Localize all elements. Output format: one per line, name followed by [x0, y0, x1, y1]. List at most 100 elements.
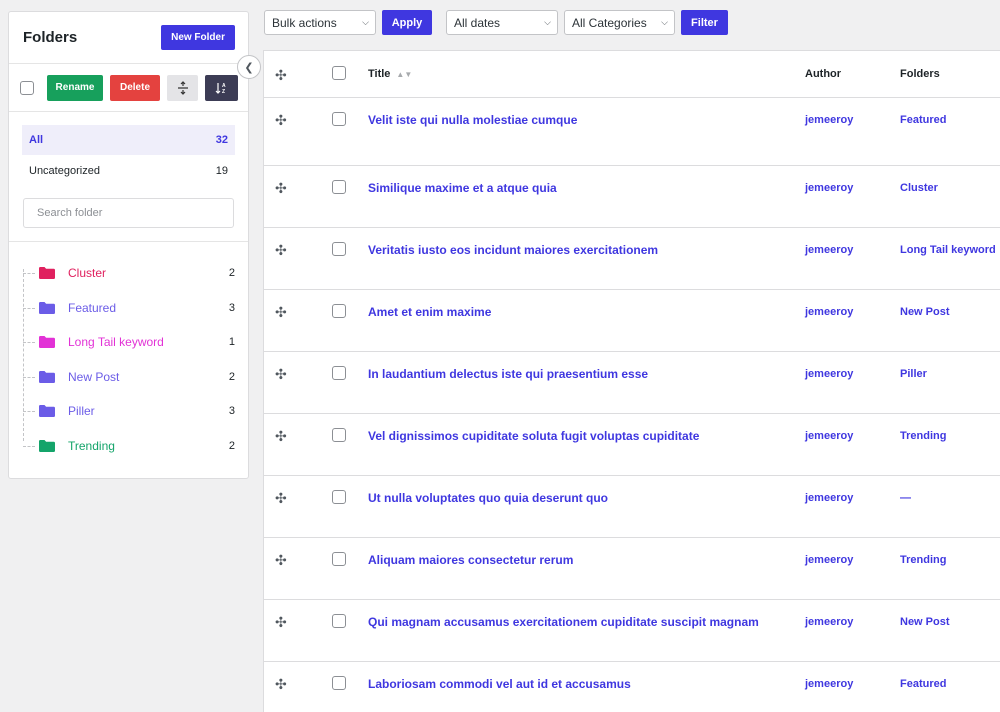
folder-link[interactable]: Piller — [900, 368, 927, 380]
folder-link[interactable]: Featured — [900, 114, 946, 126]
folder-icon — [39, 370, 55, 383]
row-checkbox[interactable] — [332, 304, 346, 318]
row-checkbox[interactable] — [332, 112, 346, 126]
post-title-link[interactable]: In laudantium delectus iste qui praesent… — [368, 367, 648, 381]
folder-count: 3 — [228, 301, 235, 314]
table-row: ✣ Qui magnam accusamus exercitationem cup… — [264, 600, 1000, 662]
title-column-header[interactable]: Title ▲▼ — [368, 68, 412, 80]
drag-handle-icon[interactable]: ✣ — [275, 242, 287, 259]
folder-link[interactable]: Long Tail keyword — [900, 244, 996, 256]
author-link[interactable]: jemeeroy — [805, 114, 853, 126]
folder-link[interactable]: Cluster — [900, 182, 938, 194]
author-link[interactable]: jemeeroy — [805, 306, 853, 318]
author-link[interactable]: jemeeroy — [805, 430, 853, 442]
folder-link[interactable]: Trending — [900, 554, 946, 566]
table-row: ✣ Laboriosam commodi vel aut id et accusa… — [264, 662, 1000, 712]
folder-count: 2 — [228, 267, 235, 280]
folder-item[interactable]: Piller 3 — [21, 394, 235, 429]
author-link[interactable]: jemeeroy — [805, 616, 853, 628]
post-title-link[interactable]: Amet et enim maxime — [368, 305, 491, 319]
row-checkbox[interactable] — [332, 676, 346, 690]
panel-header: Folders New Folder — [9, 12, 248, 64]
tree-branch — [23, 342, 35, 343]
categories-select[interactable]: All Categories ⌵ — [564, 10, 675, 35]
folder-item[interactable]: Featured 3 — [21, 291, 235, 326]
all-folders-item[interactable]: All 32 — [22, 125, 235, 155]
post-title-link[interactable]: Qui magnam accusamus exercitationem cupi… — [368, 615, 759, 629]
drag-handle-icon[interactable]: ✣ — [275, 614, 287, 631]
folder-icon — [39, 336, 55, 349]
folder-item[interactable]: New Post 2 — [21, 360, 235, 395]
folder-item[interactable]: Long Tail keyword 1 — [21, 325, 235, 360]
folder-link[interactable]: Featured — [900, 678, 946, 690]
uncategorized-item[interactable]: Uncategorized 19 — [22, 156, 235, 186]
drag-handle-icon[interactable]: ✣ — [275, 112, 287, 129]
delete-button[interactable]: Delete — [110, 74, 160, 101]
bulk-actions-select[interactable]: Bulk actions ⌵ — [264, 10, 376, 35]
row-checkbox[interactable] — [332, 242, 346, 256]
select-all-posts-checkbox[interactable] — [332, 66, 346, 80]
filter-button[interactable]: Filter — [681, 10, 728, 35]
author-link[interactable]: jemeeroy — [805, 368, 853, 380]
row-checkbox[interactable] — [332, 490, 346, 504]
post-title-link[interactable]: Aliquam maiores consectetur rerum — [368, 553, 573, 567]
folder-icon — [39, 405, 55, 418]
drag-handle-icon[interactable]: ✣ — [275, 304, 287, 321]
table-row: ✣ Amet et enim maxime jemeeroy New Post — [264, 290, 1000, 352]
row-checkbox[interactable] — [332, 428, 346, 442]
collapse-sidebar-button[interactable]: ❮ — [237, 55, 261, 79]
author-link[interactable]: jemeeroy — [805, 182, 853, 194]
tree-branch — [23, 376, 35, 378]
drag-handle-icon[interactable]: ✣ — [275, 428, 287, 445]
posts-table: ✣ Title ▲▼ Author Folders ✣ Velit iste qui… — [263, 50, 1000, 712]
folder-name: Piller — [68, 404, 95, 419]
post-title-link[interactable]: Similique maxime et a atque quia — [368, 181, 557, 195]
folder-item[interactable]: Trending 2 — [21, 429, 235, 464]
post-title-link[interactable]: Veritatis iusto eos incidunt maiores exe… — [368, 243, 658, 257]
chevron-down-icon: ⌵ — [661, 17, 668, 27]
folder-link[interactable]: New Post — [900, 306, 950, 318]
post-title-link[interactable]: Velit iste qui nulla molestiae cumque — [368, 113, 577, 127]
new-folder-button[interactable]: New Folder — [161, 25, 235, 50]
row-checkbox[interactable] — [332, 366, 346, 380]
rename-button[interactable]: Rename — [47, 74, 103, 101]
apply-button[interactable]: Apply — [382, 10, 432, 35]
post-title-link[interactable]: Ut nulla voluptates quo quia deserunt qu… — [368, 491, 608, 505]
folder-link[interactable]: Trending — [900, 430, 946, 442]
folder-count: 1 — [228, 336, 235, 349]
post-title-link[interactable]: Laboriosam commodi vel aut id et accusam… — [368, 677, 631, 691]
row-checkbox[interactable] — [332, 180, 346, 194]
move-icon: ✣ — [275, 67, 287, 83]
author-link[interactable]: jemeeroy — [805, 554, 853, 566]
drag-handle-icon[interactable]: ✣ — [275, 366, 287, 383]
folder-link[interactable]: New Post — [900, 616, 950, 628]
drag-handle-icon[interactable]: ✣ — [275, 490, 287, 507]
tree-branch — [23, 273, 35, 274]
dates-select[interactable]: All dates ⌵ — [446, 10, 558, 35]
search-folder-input[interactable] — [37, 207, 220, 219]
row-checkbox[interactable] — [332, 552, 346, 566]
sort-button[interactable]: AZ — [205, 74, 238, 101]
drag-handle-icon[interactable]: ✣ — [275, 676, 287, 693]
chevron-down-icon: ⌵ — [544, 17, 551, 27]
table-row: ✣ In laudantium delectus iste qui praesen… — [264, 352, 1000, 414]
tree-branch — [23, 445, 35, 447]
author-link[interactable]: jemeeroy — [805, 244, 853, 256]
post-title-link[interactable]: Vel dignissimos cupiditate soluta fugit … — [368, 429, 699, 443]
folder-link[interactable]: — — [900, 492, 911, 504]
all-count: 32 — [215, 134, 228, 146]
select-all-folders-checkbox[interactable] — [20, 80, 34, 95]
chevron-left-icon: ❮ — [244, 61, 254, 74]
folder-toolbar: Rename Delete AZ — [9, 64, 248, 112]
expand-arrows-icon — [177, 80, 188, 95]
drag-handle-icon[interactable]: ✣ — [275, 552, 287, 569]
drag-handle-icon[interactable]: ✣ — [275, 180, 287, 197]
all-label: All — [29, 134, 44, 146]
bulk-actions-value: Bulk actions — [272, 15, 337, 30]
expand-collapse-button[interactable] — [167, 74, 198, 101]
folder-item[interactable]: Cluster 2 — [21, 256, 235, 291]
row-checkbox[interactable] — [332, 614, 346, 628]
folder-icon — [39, 267, 55, 280]
author-link[interactable]: jemeeroy — [805, 678, 853, 690]
author-link[interactable]: jemeeroy — [805, 492, 853, 504]
